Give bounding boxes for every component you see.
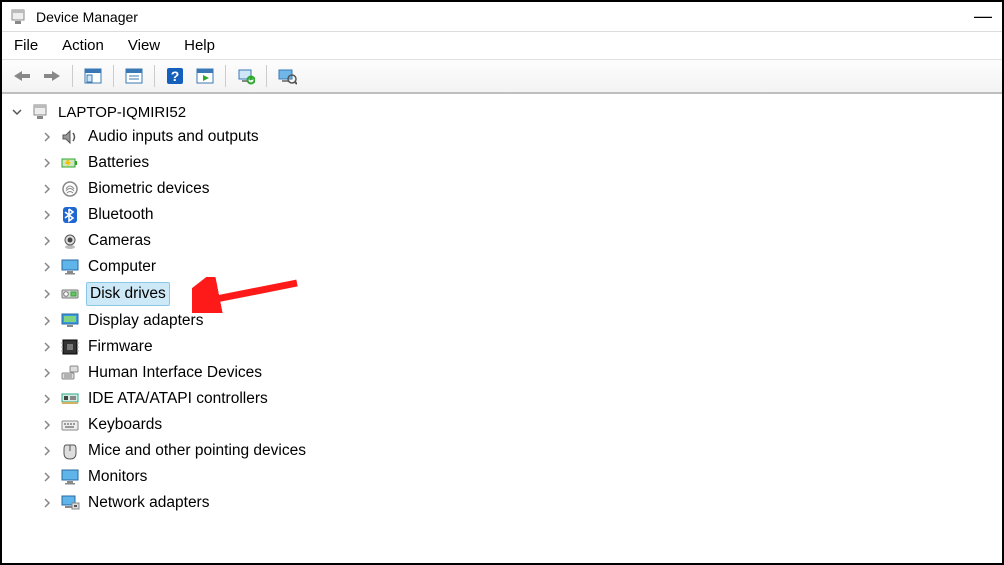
computer-root-icon bbox=[30, 102, 50, 122]
svg-text:?: ? bbox=[171, 68, 180, 84]
expand-icon[interactable] bbox=[40, 130, 54, 144]
expand-icon[interactable] bbox=[40, 340, 54, 354]
category-label: Cameras bbox=[86, 230, 153, 252]
tree-item[interactable]: Firmware bbox=[38, 334, 998, 360]
category-icon bbox=[60, 257, 80, 277]
expand-icon[interactable] bbox=[40, 208, 54, 222]
tree-item[interactable]: IDE ATA/ATAPI controllers bbox=[38, 386, 998, 412]
toolbar-separator bbox=[72, 65, 73, 87]
expand-icon[interactable] bbox=[40, 496, 54, 510]
tree-item[interactable]: Bluetooth bbox=[38, 202, 998, 228]
category-icon bbox=[60, 415, 80, 435]
tree-root-label: LAPTOP-IQMIRI52 bbox=[56, 104, 188, 121]
expand-icon[interactable] bbox=[40, 392, 54, 406]
category-label: Computer bbox=[86, 256, 158, 278]
forward-button[interactable] bbox=[38, 63, 66, 89]
help-button[interactable]: ? bbox=[161, 63, 189, 89]
category-label: Audio inputs and outputs bbox=[86, 126, 261, 148]
menu-action[interactable]: Action bbox=[62, 37, 104, 54]
tree-root-row[interactable]: LAPTOP-IQMIRI52 bbox=[6, 100, 998, 124]
tree-item[interactable]: Audio inputs and outputs bbox=[38, 124, 998, 150]
expand-icon[interactable] bbox=[40, 366, 54, 380]
show-hide-console-tree-button[interactable] bbox=[79, 63, 107, 89]
category-label: Display adapters bbox=[86, 310, 205, 332]
tree-item[interactable]: Display adapters bbox=[38, 308, 998, 334]
category-icon bbox=[60, 493, 80, 513]
toolbar-separator bbox=[225, 65, 226, 87]
category-label: Biometric devices bbox=[86, 178, 211, 200]
category-label: Batteries bbox=[86, 152, 151, 174]
device-manager-window: Device Manager — File Action View Help ? bbox=[0, 0, 1004, 565]
category-icon bbox=[60, 205, 80, 225]
category-icon bbox=[60, 389, 80, 409]
category-label: Network adapters bbox=[86, 492, 211, 514]
tree-item[interactable]: Computer bbox=[38, 254, 998, 280]
category-label: Monitors bbox=[86, 466, 149, 488]
scan-hardware-button[interactable] bbox=[232, 63, 260, 89]
menu-file[interactable]: File bbox=[14, 37, 38, 54]
toolbar: ? bbox=[2, 60, 1002, 94]
category-label: Firmware bbox=[86, 336, 155, 358]
category-icon bbox=[60, 153, 80, 173]
menu-view[interactable]: View bbox=[128, 37, 160, 54]
tree-item[interactable]: Keyboards bbox=[38, 412, 998, 438]
toolbar-separator bbox=[113, 65, 114, 87]
expand-icon[interactable] bbox=[40, 444, 54, 458]
titlebar: Device Manager — bbox=[2, 2, 1002, 32]
action-pane-button[interactable] bbox=[191, 63, 219, 89]
expand-icon[interactable] bbox=[40, 182, 54, 196]
find-device-button[interactable] bbox=[273, 63, 301, 89]
collapse-icon[interactable] bbox=[10, 105, 24, 119]
window-title: Device Manager bbox=[36, 9, 138, 25]
tree-item[interactable]: Cameras bbox=[38, 228, 998, 254]
category-icon bbox=[60, 311, 80, 331]
minimize-button[interactable]: — bbox=[974, 6, 996, 27]
category-icon bbox=[60, 284, 80, 304]
properties-button[interactable] bbox=[120, 63, 148, 89]
app-icon bbox=[8, 7, 28, 27]
tree-item[interactable]: Human Interface Devices bbox=[38, 360, 998, 386]
category-icon bbox=[60, 337, 80, 357]
device-tree[interactable]: LAPTOP-IQMIRI52 Audio inputs and outputs… bbox=[2, 94, 1002, 563]
category-icon bbox=[60, 231, 80, 251]
category-icon bbox=[60, 363, 80, 383]
tree-item[interactable]: Monitors bbox=[38, 464, 998, 490]
expand-icon[interactable] bbox=[40, 470, 54, 484]
tree-item[interactable]: Network adapters bbox=[38, 490, 998, 516]
toolbar-separator bbox=[266, 65, 267, 87]
menu-help[interactable]: Help bbox=[184, 37, 215, 54]
category-label: Disk drives bbox=[86, 282, 170, 306]
tree-item[interactable]: Biometric devices bbox=[38, 176, 998, 202]
menubar: File Action View Help bbox=[2, 32, 1002, 60]
expand-icon[interactable] bbox=[40, 234, 54, 248]
toolbar-separator bbox=[154, 65, 155, 87]
tree-item[interactable]: Disk drives bbox=[38, 280, 998, 308]
expand-icon[interactable] bbox=[40, 314, 54, 328]
expand-icon[interactable] bbox=[40, 260, 54, 274]
tree-item[interactable]: Mice and other pointing devices bbox=[38, 438, 998, 464]
tree-item[interactable]: Batteries bbox=[38, 150, 998, 176]
category-label: Human Interface Devices bbox=[86, 362, 264, 384]
back-button[interactable] bbox=[8, 63, 36, 89]
category-icon bbox=[60, 127, 80, 147]
category-icon bbox=[60, 179, 80, 199]
category-label: Keyboards bbox=[86, 414, 164, 436]
expand-icon[interactable] bbox=[40, 418, 54, 432]
category-label: IDE ATA/ATAPI controllers bbox=[86, 388, 270, 410]
category-label: Mice and other pointing devices bbox=[86, 440, 308, 462]
expand-icon[interactable] bbox=[40, 156, 54, 170]
category-icon bbox=[60, 467, 80, 487]
expand-icon[interactable] bbox=[40, 287, 54, 301]
category-label: Bluetooth bbox=[86, 204, 156, 226]
category-icon bbox=[60, 441, 80, 461]
